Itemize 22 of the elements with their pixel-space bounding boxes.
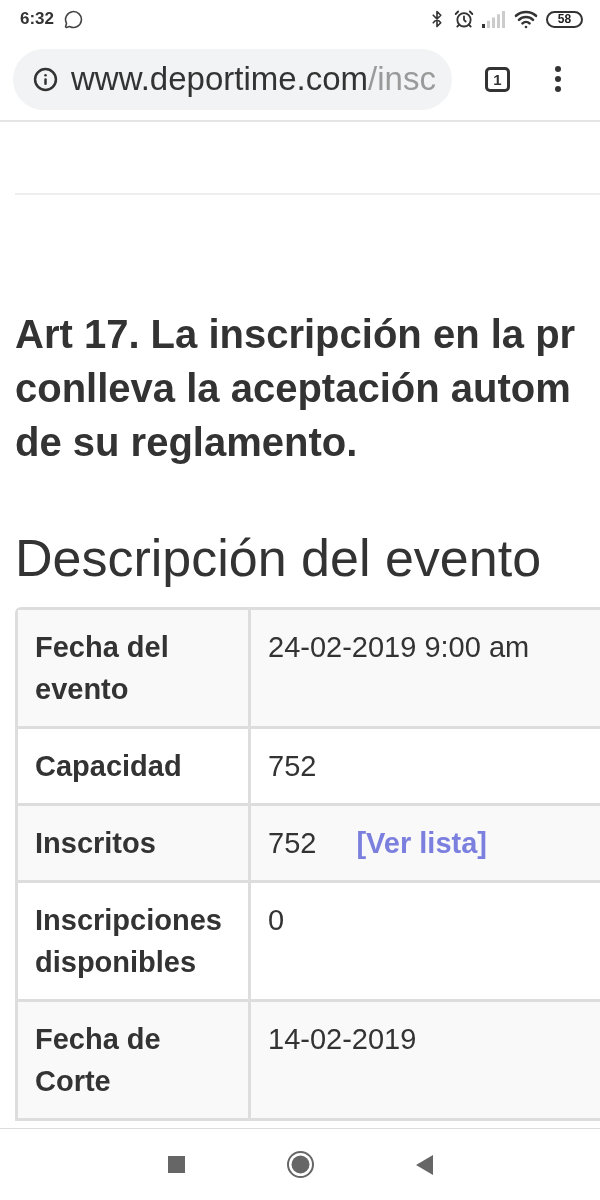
cell-value: 752 (268, 750, 317, 782)
status-time: 6:32 (20, 9, 55, 29)
back-icon[interactable] (415, 1154, 433, 1175)
info-icon[interactable] (33, 66, 58, 92)
address-bar[interactable]: www.deportime.com/insc (13, 48, 452, 110)
tab-switcher-button[interactable]: 1 (485, 66, 510, 92)
more-icon (555, 66, 561, 92)
row-label: Fecha de Corte (18, 1002, 251, 1118)
cell-value: 14-02-2019 (268, 1023, 417, 1055)
signal-icon (482, 10, 506, 28)
cell-value: 24-02-2019 9:00 am (268, 631, 530, 663)
circle-icon[interactable] (286, 1151, 314, 1178)
article-text: Art 17. La inscripción en la pr conlleva la aceptación autom de su reglamento. (15, 311, 577, 466)
row-label: Fecha del evento (18, 610, 251, 726)
section-title: Descripción del evento (15, 528, 543, 589)
chat-bubble-icon (64, 9, 84, 29)
square-icon[interactable] (167, 1156, 185, 1173)
cell-value: 752 (268, 827, 317, 859)
alarm-clock-icon (454, 9, 474, 29)
battery-indicator: 58 (546, 10, 583, 28)
row-label: Inscritos (18, 806, 251, 880)
cell-value: 0 (268, 904, 285, 936)
